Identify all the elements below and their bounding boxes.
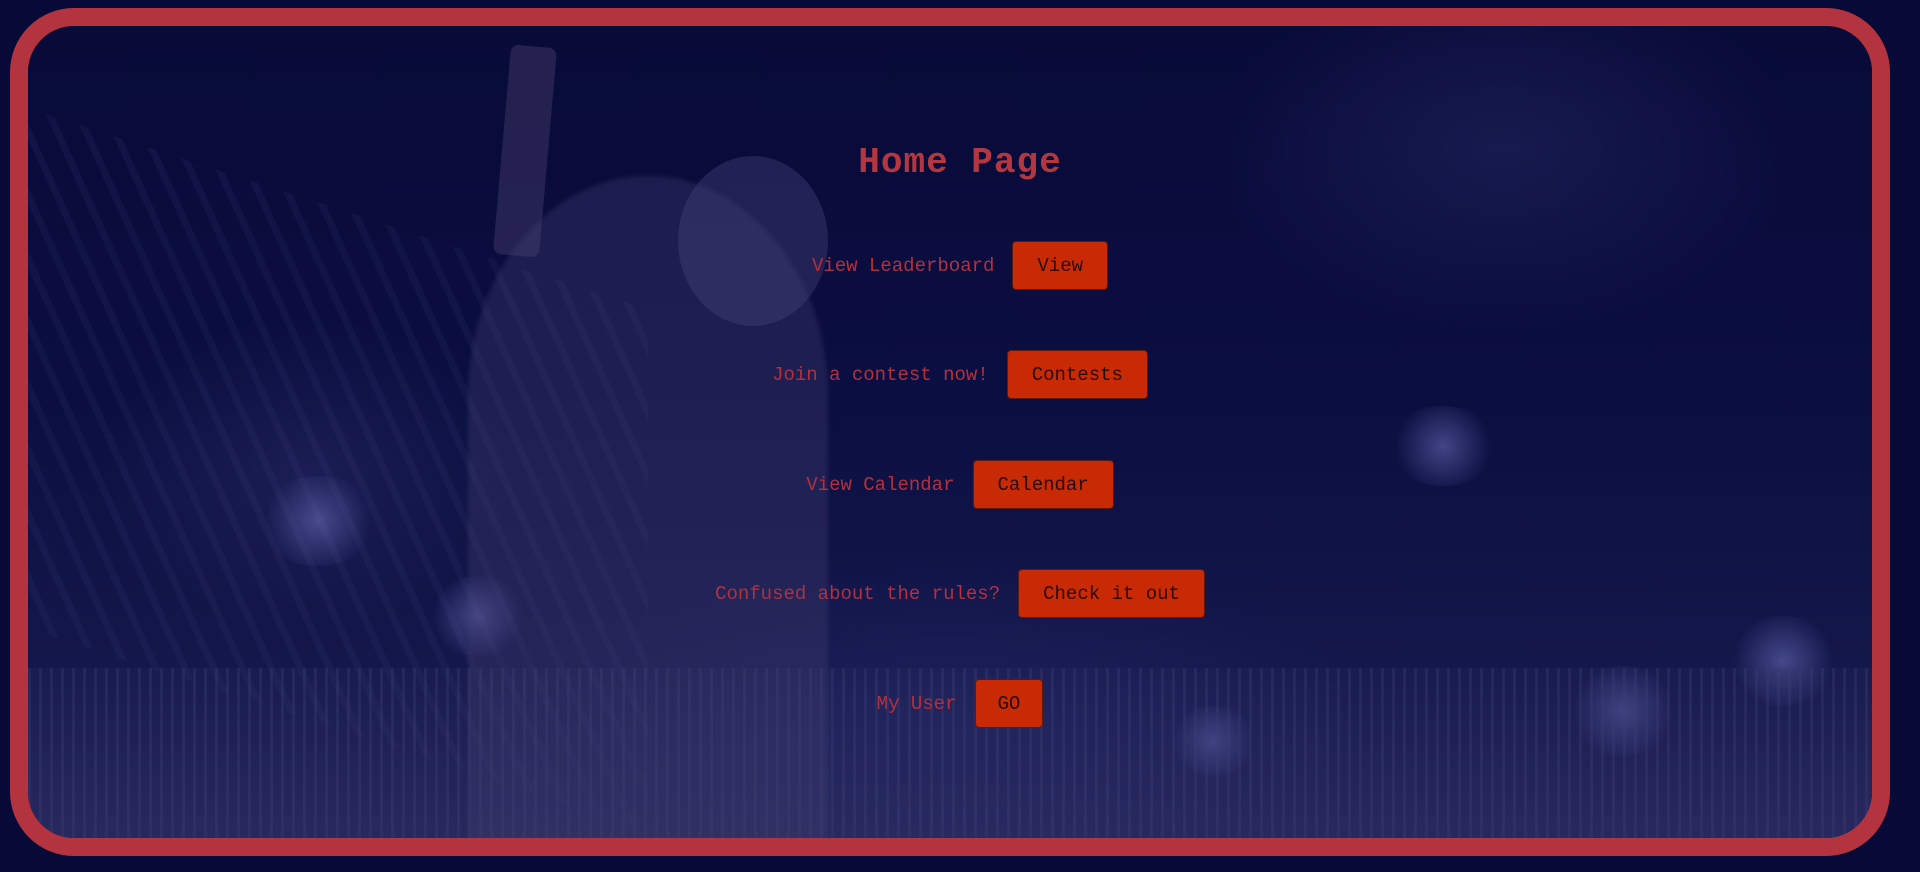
user-row: My User GO xyxy=(0,679,1920,728)
user-label: My User xyxy=(876,692,957,715)
contests-button[interactable]: Contests xyxy=(1006,350,1148,399)
rules-label: Confused about the rules? xyxy=(715,582,1001,605)
contests-row: Join a contest now! Contests xyxy=(0,350,1920,399)
leaderboard-row: View Leaderboard View xyxy=(0,241,1920,290)
check-rules-button[interactable]: Check it out xyxy=(1018,569,1205,618)
calendar-row: View Calendar Calendar xyxy=(0,460,1920,509)
view-leaderboard-button[interactable]: View xyxy=(1012,241,1109,290)
user-go-button[interactable]: GO xyxy=(974,679,1044,728)
main-content: Home Page View Leaderboard View Join a c… xyxy=(0,0,1920,872)
calendar-button[interactable]: Calendar xyxy=(972,460,1114,509)
leaderboard-label: View Leaderboard xyxy=(811,254,995,277)
calendar-label: View Calendar xyxy=(806,473,955,496)
rules-row: Confused about the rules? Check it out xyxy=(0,569,1920,618)
page-title: Home Page xyxy=(858,142,1062,183)
contests-label: Join a contest now! xyxy=(772,363,989,386)
